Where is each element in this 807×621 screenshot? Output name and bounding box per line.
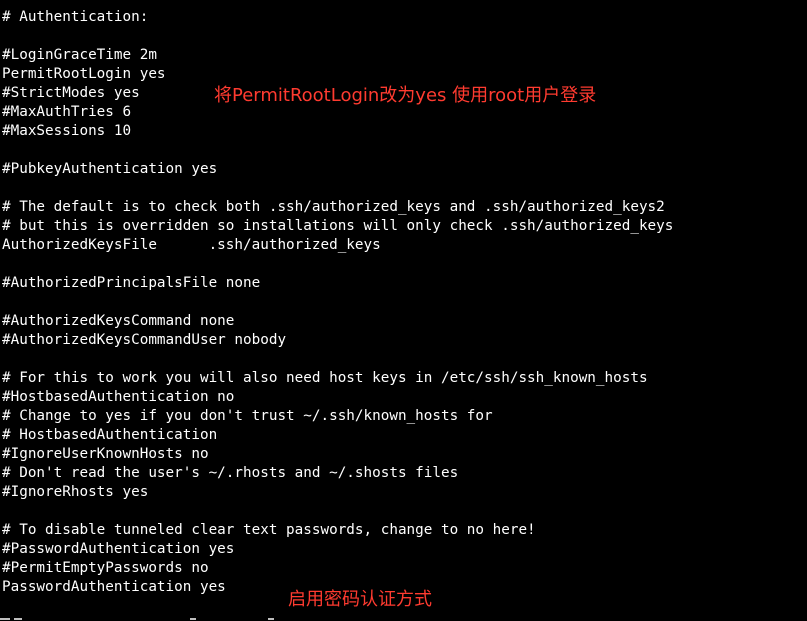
config-line: #PasswordAuthentication yes bbox=[2, 541, 235, 557]
config-line: #PubkeyAuthentication yes bbox=[2, 161, 218, 177]
config-line: # Don't read the user's ~/.rhosts and ~/… bbox=[2, 465, 459, 481]
config-line: #AuthorizedKeysCommand none bbox=[2, 313, 235, 329]
config-line: #PermitEmptyPasswords no bbox=[2, 560, 209, 576]
config-line: PasswordAuthentication yes bbox=[2, 579, 226, 595]
config-line: # The default is to check both .ssh/auth… bbox=[2, 199, 665, 215]
config-line: #AuthorizedKeysCommandUser nobody bbox=[2, 332, 287, 348]
root-login-annotation: 将PermitRootLogin改为yes 使用root用户登录 bbox=[214, 85, 597, 106]
config-line: #AuthorizedPrincipalsFile none bbox=[2, 275, 261, 291]
terminal-window[interactable]: # Authentication: #LoginGraceTime 2m Per… bbox=[0, 0, 807, 621]
config-line: #HostbasedAuthentication no bbox=[2, 389, 235, 405]
config-line: # HostbasedAuthentication bbox=[2, 427, 218, 443]
config-line: #LoginGraceTime 2m bbox=[2, 47, 157, 63]
config-line: AuthorizedKeysFile .ssh/authorized_keys bbox=[2, 237, 381, 253]
config-line: #StrictModes yes bbox=[2, 85, 140, 101]
config-line: PermitRootLogin yes bbox=[2, 66, 166, 82]
config-line: #IgnoreUserKnownHosts no bbox=[2, 446, 209, 462]
config-line: # but this is overridden so installation… bbox=[2, 218, 674, 234]
config-line: #IgnoreRhosts yes bbox=[2, 484, 149, 500]
config-line: # To disable tunneled clear text passwor… bbox=[2, 522, 536, 538]
config-line: # Authentication: bbox=[2, 9, 149, 25]
config-line: # Change to yes if you don't trust ~/.ss… bbox=[2, 408, 493, 424]
config-line: #MaxSessions 10 bbox=[2, 123, 132, 139]
password-auth-annotation: 启用密码认证方式 bbox=[288, 589, 432, 610]
config-line: # For this to work you will also need ho… bbox=[2, 370, 648, 386]
config-line: #MaxAuthTries 6 bbox=[2, 104, 132, 120]
clipped-text-remnant bbox=[0, 618, 274, 620]
